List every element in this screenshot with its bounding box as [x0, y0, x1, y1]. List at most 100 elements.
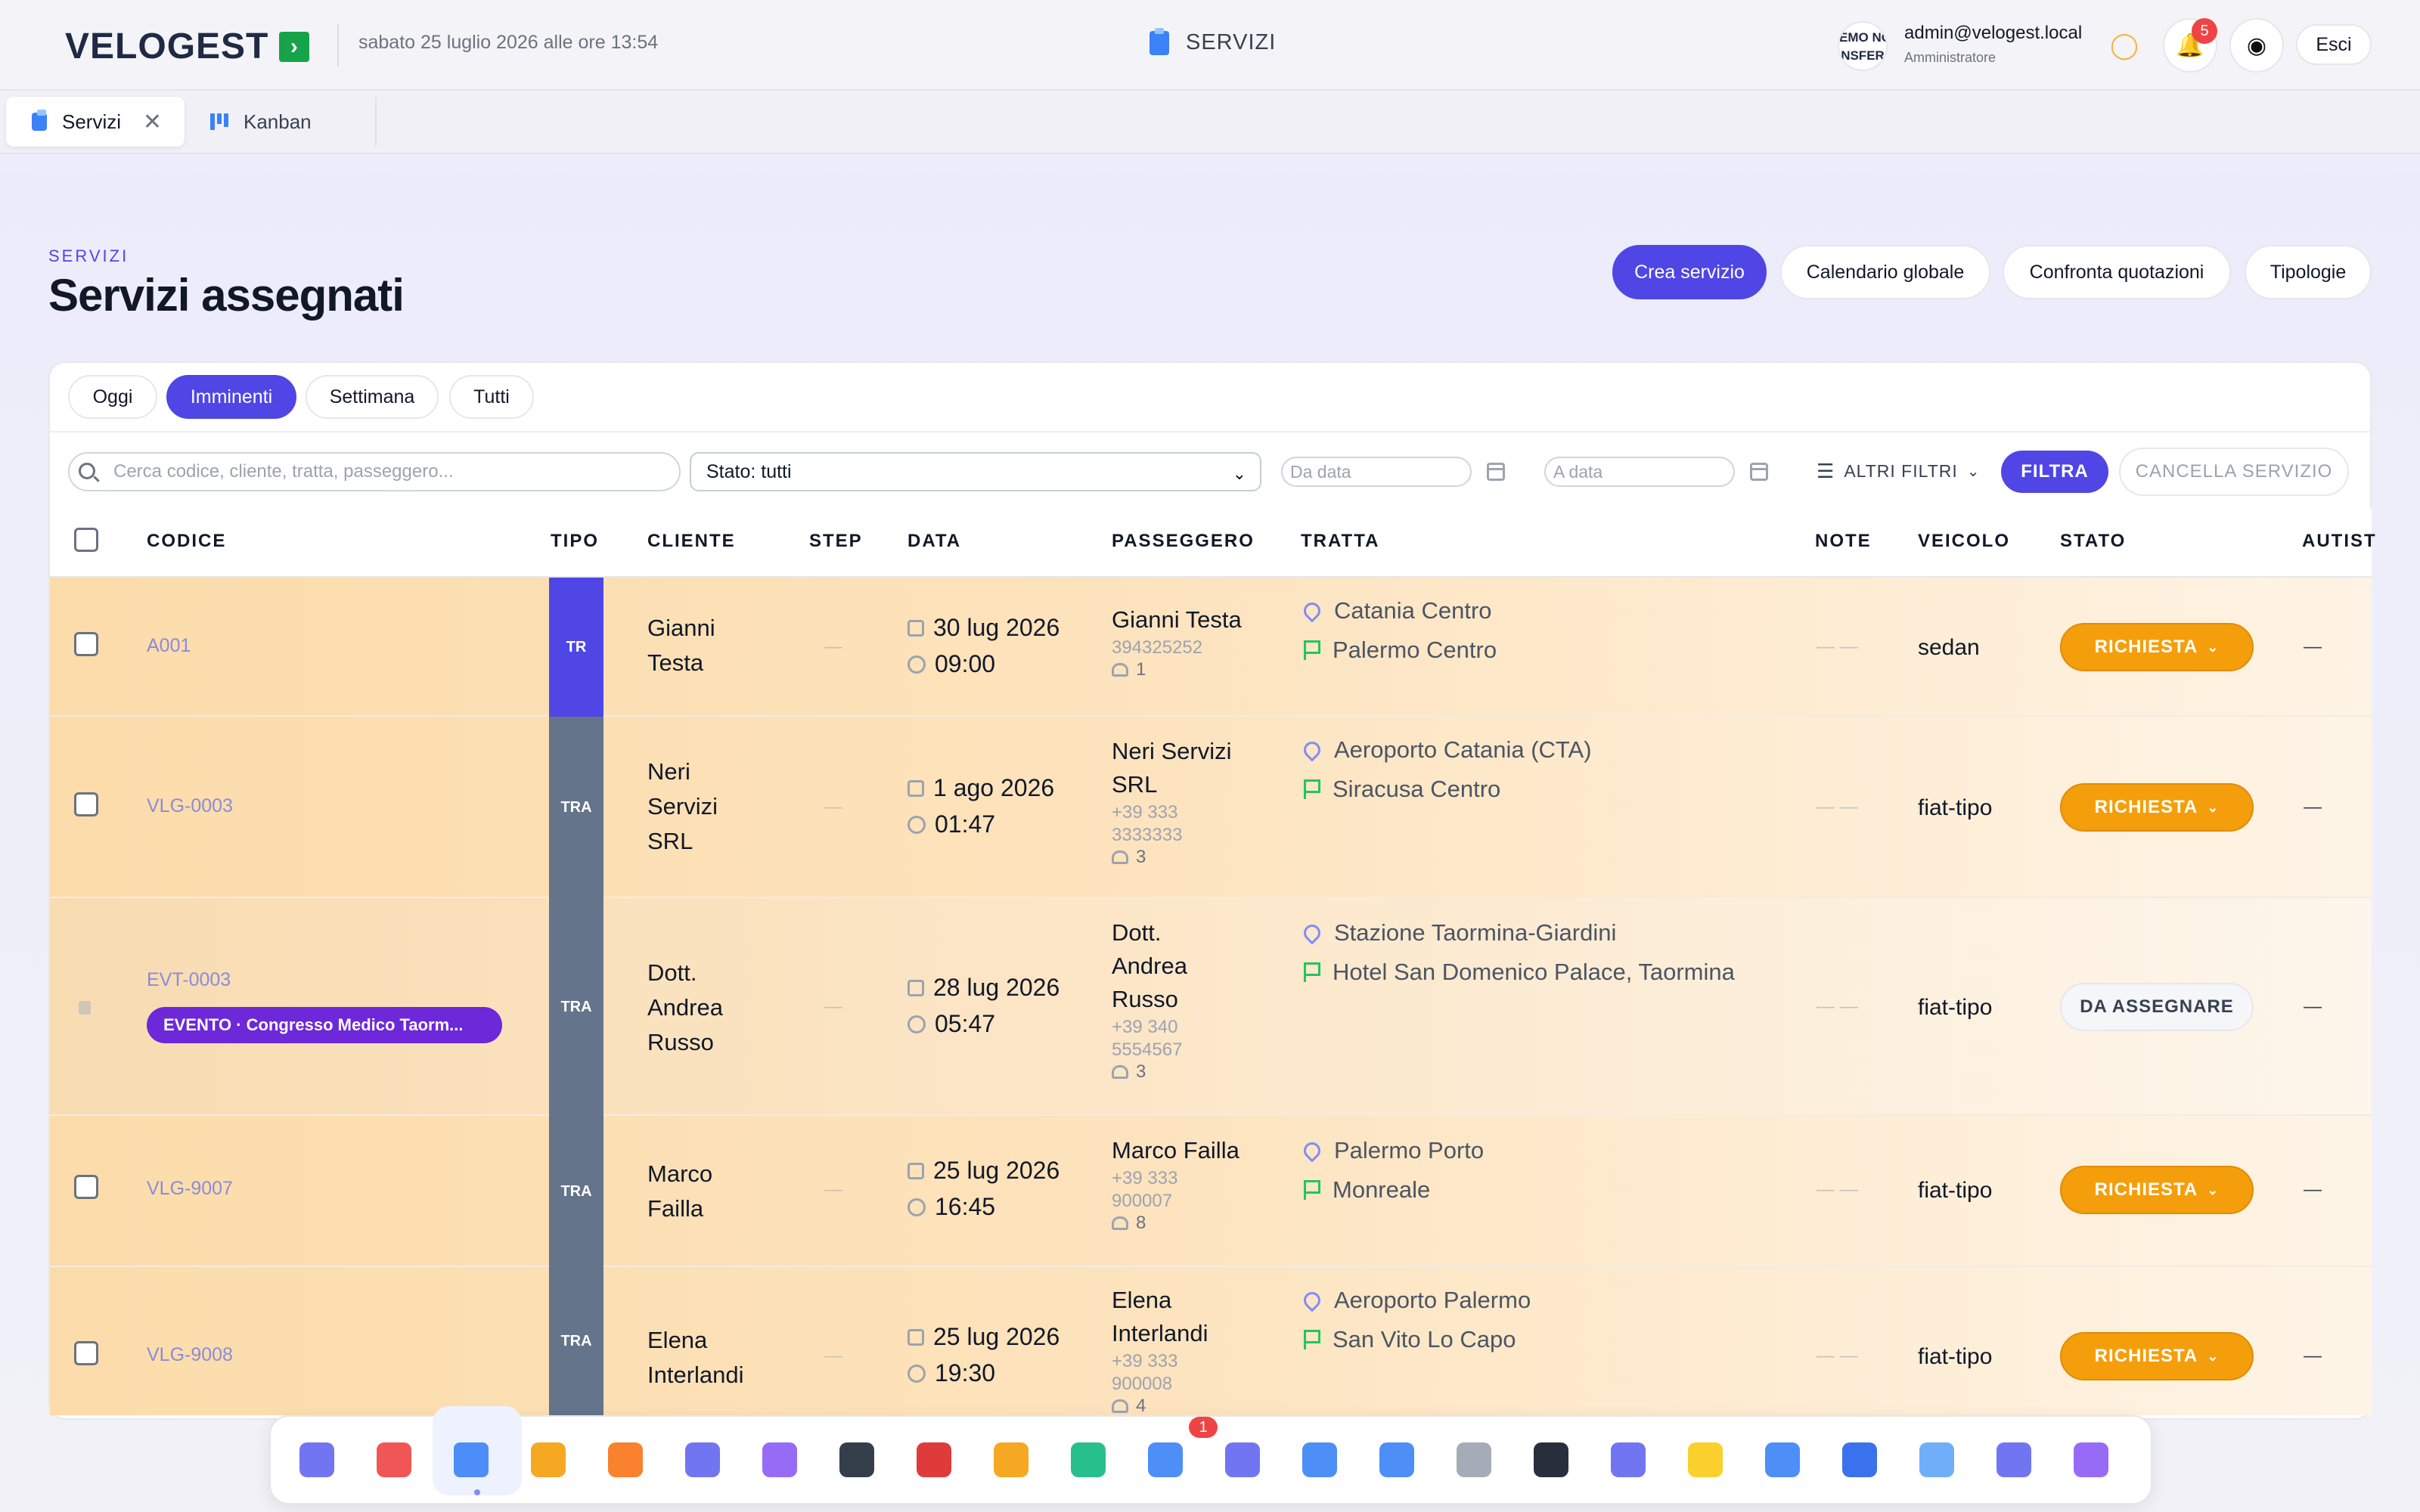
- column-header-tratta[interactable]: TRATTA: [1301, 531, 1379, 552]
- filter-chip-settimana[interactable]: Settimana: [306, 375, 439, 419]
- service-code[interactable]: A001: [147, 635, 191, 657]
- status-select[interactable]: Stato: tutti ⌄: [690, 452, 1261, 491]
- globe-icon[interactable]: [1842, 1442, 1877, 1477]
- filter-button[interactable]: FILTRA: [2001, 451, 2108, 493]
- kanban-icon[interactable]: [1302, 1442, 1337, 1477]
- column-header-autista[interactable]: AUTIST: [2302, 531, 2377, 552]
- close-icon[interactable]: ✕: [143, 109, 162, 135]
- filter-chip-imminenti[interactable]: Imminenti: [166, 375, 296, 419]
- tag-icon[interactable]: [608, 1442, 643, 1477]
- garage-icon[interactable]: [917, 1442, 951, 1477]
- building-icon[interactable]: [1765, 1442, 1800, 1477]
- calendar-icon: [908, 779, 924, 797]
- section-title: SERVIZI: [1150, 27, 1276, 55]
- types-button[interactable]: Tipologie: [2245, 245, 2372, 299]
- calendar-icon[interactable]: [377, 1442, 411, 1477]
- service-code[interactable]: VLG-0003: [147, 795, 233, 817]
- route-from: Palermo Porto: [1300, 1137, 1484, 1164]
- column-header-tipo[interactable]: TIPO: [551, 531, 599, 552]
- cancel-service-button[interactable]: CANCELLA SERVIZIO: [2119, 448, 2349, 496]
- package-icon[interactable]: [994, 1442, 1028, 1477]
- column-header-codice[interactable]: CODICE: [147, 531, 226, 552]
- terminal-icon[interactable]: [1534, 1442, 1568, 1477]
- passenger-phone: +39 333 900008: [1112, 1351, 1178, 1394]
- row-checkbox[interactable]: [74, 792, 98, 816]
- from-date-input[interactable]: Da data: [1281, 457, 1472, 487]
- service-time: 09:00: [908, 650, 995, 678]
- user-key-icon[interactable]: [1996, 1442, 2031, 1477]
- service-code[interactable]: EVT-0003: [147, 969, 231, 991]
- search-input[interactable]: [68, 452, 681, 491]
- calendar-icon: [908, 979, 924, 996]
- filter-chip-oggi[interactable]: Oggi: [68, 375, 157, 419]
- global-calendar-button[interactable]: Calendario globale: [1780, 245, 1990, 299]
- clock-icon: [908, 1015, 926, 1033]
- theme-button[interactable]: ◉: [2229, 18, 2284, 73]
- lightbulb-icon[interactable]: ◯: [2110, 30, 2139, 60]
- clipboard-icon[interactable]: [454, 1442, 489, 1477]
- column-header-step[interactable]: STEP: [809, 531, 863, 552]
- status-dropdown[interactable]: RICHIESTA ⌄: [2060, 623, 2254, 671]
- logo[interactable]: VELOGEST ›: [65, 26, 310, 67]
- service-type: TRA: [549, 717, 603, 898]
- calendar-icon[interactable]: [1487, 463, 1505, 481]
- star-icon[interactable]: [1688, 1442, 1723, 1477]
- mail-icon[interactable]: [1919, 1442, 1954, 1477]
- filter-chip-tutti[interactable]: Tutti: [449, 375, 534, 419]
- driver-icon[interactable]: [839, 1442, 874, 1477]
- to-date-input[interactable]: A data: [1544, 457, 1735, 487]
- user-email: admin@velogest.local: [1904, 23, 2083, 43]
- column-header-veicolo[interactable]: VEICOLO: [1918, 531, 2010, 552]
- calendar-icon[interactable]: [1750, 463, 1768, 481]
- avatar[interactable]: EMO NO NSFER: [1838, 21, 1888, 71]
- flag-icon[interactable]: [531, 1442, 566, 1477]
- select-all-checkbox[interactable]: [74, 528, 98, 552]
- service-code[interactable]: VLG-9007: [147, 1178, 233, 1200]
- status-dropdown[interactable]: RICHIESTA ⌄: [2060, 1332, 2254, 1380]
- step-value: —: [824, 797, 842, 817]
- status-dropdown[interactable]: RICHIESTA ⌄: [2060, 1166, 2254, 1214]
- current-datetime: sabato 25 luglio 2026 alle ore 13:54: [358, 32, 659, 53]
- add-user-icon[interactable]: [1611, 1442, 1646, 1477]
- step-value: —: [824, 1179, 842, 1200]
- row-checkbox[interactable]: [74, 632, 98, 656]
- service-type: TRA: [549, 898, 603, 1116]
- map-pin-icon: [1300, 599, 1324, 623]
- tab-servizi[interactable]: Servizi ✕: [6, 97, 185, 147]
- row-checkbox[interactable]: [74, 1175, 98, 1199]
- lock-icon: [79, 1001, 91, 1015]
- route-icon[interactable]: [1071, 1442, 1106, 1477]
- flag-icon: [1304, 1330, 1320, 1349]
- column-header-data[interactable]: DATA: [908, 531, 961, 552]
- more-filters-button[interactable]: ☰ ALTRI FILTRI ⌄: [1817, 460, 1981, 483]
- calculator-icon[interactable]: [1225, 1442, 1260, 1477]
- status-badge[interactable]: DA ASSEGNARE: [2060, 983, 2254, 1031]
- trash-icon[interactable]: [1457, 1442, 1491, 1477]
- event-badge[interactable]: EVENTO · Congresso Medico Taorm...: [147, 1007, 502, 1043]
- compare-quotes-button[interactable]: Confronta quotazioni: [2003, 245, 2231, 299]
- logout-button[interactable]: Esci: [2296, 24, 2372, 65]
- row-checkbox[interactable]: [74, 1341, 98, 1365]
- calendar-icon: [908, 619, 924, 637]
- briefcase-icon[interactable]: [2074, 1442, 2108, 1477]
- network-icon[interactable]: [762, 1442, 797, 1477]
- service-code[interactable]: VLG-9008: [147, 1344, 233, 1366]
- chevron-down-icon: ⌄: [2207, 1348, 2220, 1364]
- column-header-cliente[interactable]: CLIENTE: [647, 531, 736, 552]
- column-header-passeggero[interactable]: PASSEGGERO: [1112, 531, 1255, 552]
- column-header-stato[interactable]: STATO: [2060, 531, 2126, 552]
- column-header-note[interactable]: NOTE: [1815, 531, 1872, 552]
- presenter-icon[interactable]: [1148, 1442, 1183, 1477]
- palette-icon: ◉: [2246, 33, 2267, 58]
- service-date: 30 lug 2026: [908, 614, 1060, 642]
- passenger-count: 3: [1112, 847, 1263, 868]
- headset-icon[interactable]: [1379, 1442, 1414, 1477]
- notifications-badge: 5: [2192, 18, 2217, 44]
- users-icon[interactable]: [685, 1442, 720, 1477]
- status-dropdown[interactable]: RICHIESTA ⌄: [2060, 783, 2254, 832]
- create-service-button[interactable]: Crea servizio: [1612, 245, 1767, 299]
- apps-icon[interactable]: [299, 1442, 334, 1477]
- page-kicker: SERVIZI: [48, 246, 129, 265]
- tab-kanban[interactable]: Kanban: [210, 97, 377, 147]
- user-info[interactable]: admin@velogest.local Amministratore: [1904, 23, 2082, 66]
